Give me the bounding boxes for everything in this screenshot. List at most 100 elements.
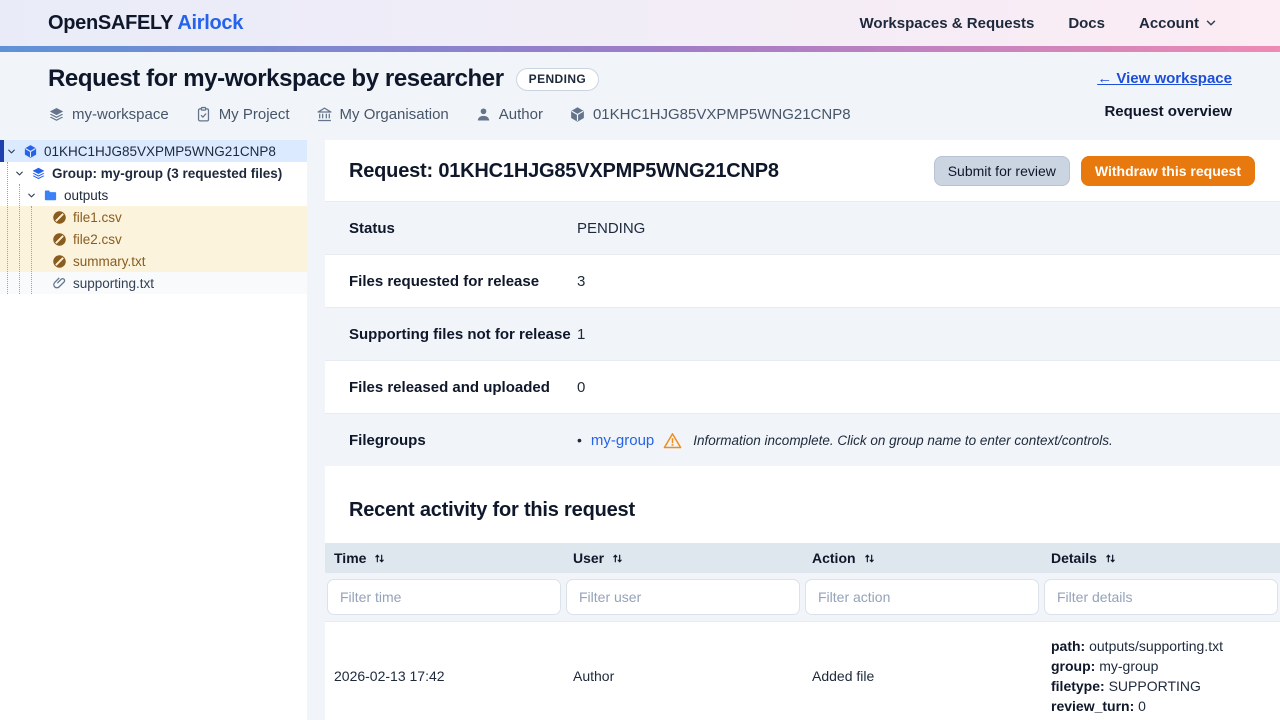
- detail-line: review_turn: 0: [1051, 696, 1280, 716]
- tree-guide-line: [19, 184, 20, 294]
- logo-primary: OpenSAFELY: [48, 12, 173, 34]
- filter-details-input[interactable]: [1044, 579, 1278, 615]
- activity-row: 2026-02-13 17:42 Author Added file path:…: [325, 621, 1280, 720]
- tree-item-request-root[interactable]: 01KHC1HJG85VXPMP5WNG21CNP8: [0, 140, 307, 162]
- filter-action-input[interactable]: [805, 579, 1039, 615]
- summary-row-files-released: Files released and uploaded 0: [325, 360, 1280, 413]
- breadcrumb-project-label: My Project: [219, 106, 290, 123]
- list-bullet: •: [577, 432, 582, 448]
- chevron-down-icon: [26, 190, 37, 201]
- summary-row-status: Status PENDING: [325, 201, 1280, 254]
- activity-table: Time User Action Details: [325, 543, 1280, 720]
- summary-value: PENDING: [577, 220, 645, 237]
- tree-item-label: Group: my-group (3 requested files): [52, 166, 282, 181]
- paperclip-icon: [52, 276, 67, 291]
- tree-item-label: summary.txt: [73, 254, 146, 269]
- breadcrumb-request-id-label: 01KHC1HJG85VXPMP5WNG21CNP8: [593, 106, 851, 123]
- detail-line: path: outputs/supporting.txt: [1051, 636, 1280, 656]
- summary-value: 1: [577, 326, 585, 343]
- layers-icon: [48, 106, 65, 123]
- cube-icon: [23, 144, 38, 159]
- withdraw-request-button[interactable]: Withdraw this request: [1081, 156, 1255, 186]
- logo-accent: Airlock: [177, 12, 243, 34]
- pending-file-icon: [52, 232, 67, 247]
- top-navbar: OpenSAFELY Airlock Workspaces & Requests…: [0, 0, 1280, 46]
- detail-line: group: my-group: [1051, 656, 1280, 676]
- chevron-down-icon: [6, 146, 17, 157]
- filter-time-input[interactable]: [327, 579, 561, 615]
- tree-item-label: outputs: [64, 188, 108, 203]
- request-summary-table: Status PENDING Files requested for relea…: [325, 201, 1280, 466]
- sort-icon: [863, 552, 876, 565]
- summary-row-filegroups: Filegroups • my-group Information incomp…: [325, 413, 1280, 466]
- layers-icon: [31, 166, 46, 181]
- activity-details: path: outputs/supporting.txt group: my-g…: [1042, 636, 1280, 716]
- filegroup-warning-text: Information incomplete. Click on group n…: [693, 433, 1112, 448]
- tree-item-label: file2.csv: [73, 232, 122, 247]
- pending-file-icon: [52, 210, 67, 225]
- nav-workspaces-requests[interactable]: Workspaces & Requests: [860, 15, 1035, 32]
- filegroup-link[interactable]: my-group: [591, 432, 654, 449]
- submit-for-review-button[interactable]: Submit for review: [934, 156, 1070, 186]
- tree-item-group[interactable]: Group: my-group (3 requested files): [0, 162, 307, 184]
- summary-label: Filegroups: [349, 432, 577, 449]
- tree-guide-line: [7, 162, 8, 294]
- page-header: Request for my-workspace by researcher P…: [0, 52, 1280, 140]
- view-workspace-link[interactable]: ← View workspace: [1097, 70, 1232, 87]
- breadcrumb-author: Author: [475, 106, 543, 123]
- activity-filter-row: [325, 573, 1280, 621]
- status-badge: PENDING: [516, 68, 599, 91]
- nav-docs[interactable]: Docs: [1068, 15, 1105, 32]
- sort-icon: [373, 552, 386, 565]
- breadcrumb-request-id: 01KHC1HJG85VXPMP5WNG21CNP8: [569, 106, 851, 123]
- tree-item-file1[interactable]: file1.csv: [0, 206, 307, 228]
- column-label: Action: [812, 550, 856, 566]
- request-main-panel: Request: 01KHC1HJG85VXPMP5WNG21CNP8 Subm…: [325, 140, 1280, 720]
- breadcrumb-organisation-label: My Organisation: [340, 106, 449, 123]
- content-area: 01KHC1HJG85VXPMP5WNG21CNP8 Group: my-gro…: [0, 140, 1280, 720]
- summary-label: Supporting files not for release: [349, 326, 577, 343]
- cube-icon: [569, 106, 586, 123]
- activity-time: 2026-02-13 17:42: [325, 636, 564, 716]
- tree-item-file2[interactable]: file2.csv: [0, 228, 307, 250]
- column-label: User: [573, 550, 604, 566]
- chevron-down-icon: [14, 168, 25, 179]
- detail-line: filetype: SUPPORTING: [1051, 676, 1280, 696]
- column-header-time[interactable]: Time: [325, 550, 564, 566]
- sort-icon: [1104, 552, 1117, 565]
- breadcrumb-organisation: My Organisation: [316, 106, 449, 123]
- breadcrumb-workspace-label: my-workspace: [72, 106, 169, 123]
- tree-item-label: file1.csv: [73, 210, 122, 225]
- activity-action: Added file: [803, 636, 1042, 716]
- tree-item-summary[interactable]: summary.txt: [0, 250, 307, 272]
- organisation-icon: [316, 106, 333, 123]
- nav-account-menu[interactable]: Account: [1139, 15, 1218, 32]
- nav-menu: Workspaces & Requests Docs Account: [860, 15, 1218, 32]
- pending-file-icon: [52, 254, 67, 269]
- folder-icon: [43, 188, 58, 203]
- tree-item-outputs-folder[interactable]: outputs: [0, 184, 307, 206]
- column-label: Time: [334, 550, 366, 566]
- request-heading: Request: 01KHC1HJG85VXPMP5WNG21CNP8: [349, 160, 779, 183]
- column-header-action[interactable]: Action: [803, 550, 1042, 566]
- summary-row-supporting-files: Supporting files not for release 1: [325, 307, 1280, 360]
- summary-label: Status: [349, 220, 577, 237]
- activity-table-header: Time User Action Details: [325, 543, 1280, 573]
- summary-value: 0: [577, 379, 585, 396]
- page-title: Request for my-workspace by researcher: [48, 65, 504, 93]
- summary-label: Files requested for release: [349, 273, 577, 290]
- file-tree-sidebar: 01KHC1HJG85VXPMP5WNG21CNP8 Group: my-gro…: [0, 140, 307, 720]
- filter-user-input[interactable]: [566, 579, 800, 615]
- request-overview-label: Request overview: [1104, 103, 1232, 120]
- user-icon: [475, 106, 492, 123]
- nav-account-label: Account: [1139, 15, 1199, 32]
- tree-guide-line: [31, 206, 32, 294]
- summary-label: Files released and uploaded: [349, 379, 577, 396]
- chevron-down-icon: [1204, 16, 1218, 30]
- app-logo[interactable]: OpenSAFELY Airlock: [48, 12, 243, 35]
- column-header-details[interactable]: Details: [1042, 550, 1280, 566]
- column-header-user[interactable]: User: [564, 550, 803, 566]
- summary-row-files-requested: Files requested for release 3: [325, 254, 1280, 307]
- breadcrumb-workspace: my-workspace: [48, 106, 169, 123]
- tree-item-supporting[interactable]: supporting.txt: [0, 272, 307, 294]
